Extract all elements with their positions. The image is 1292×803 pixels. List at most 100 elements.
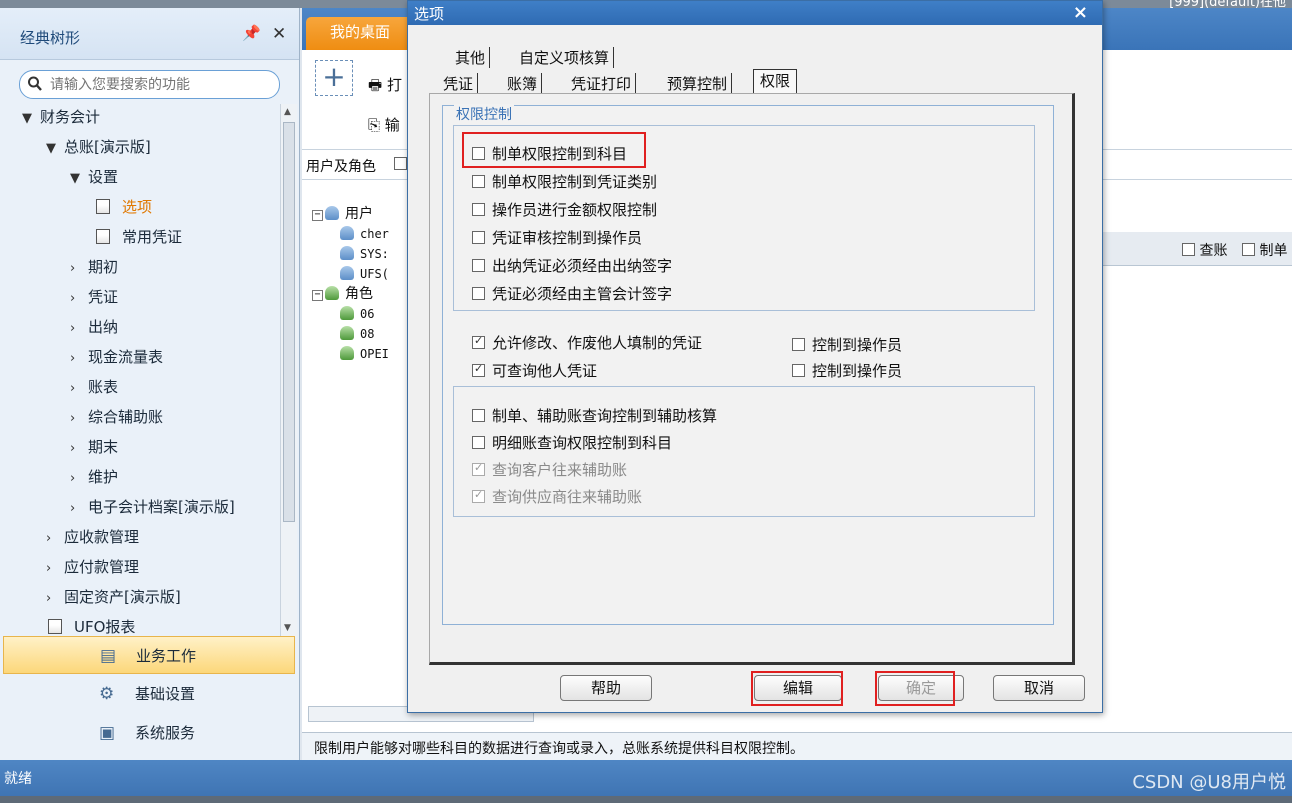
- checkbox[interactable]: [472, 259, 485, 272]
- tree-node-opening[interactable]: › 期初: [70, 254, 118, 280]
- tree-node-options[interactable]: 选项: [96, 194, 152, 220]
- opt-customer-aux: 查询客户往来辅助账: [472, 459, 627, 480]
- nav-system-service[interactable]: ▣ 系统服务: [3, 714, 295, 752]
- user-item[interactable]: SYS:: [340, 244, 389, 264]
- tree-node-common-voucher[interactable]: 常用凭证: [96, 224, 182, 250]
- scroll-down-icon[interactable]: ▼: [284, 623, 291, 633]
- opt-aux-control[interactable]: 制单、辅助账查询控制到辅助核算: [472, 405, 717, 426]
- opt-query-control-operator[interactable]: 控制到操作员: [792, 360, 902, 381]
- tree-scrollbar[interactable]: ▲ ▼: [280, 104, 297, 637]
- dialog-title: 选项: [414, 5, 445, 23]
- tab-voucher[interactable]: 凭证: [439, 73, 479, 94]
- opt-modify-control-operator[interactable]: 控制到操作员: [792, 334, 902, 355]
- tree-node-cashier[interactable]: › 出纳: [70, 314, 118, 340]
- tree-node-e-archive[interactable]: › 电子会计档案[演示版]: [70, 494, 235, 520]
- user-icon: [340, 246, 354, 260]
- watermark: CSDN @U8用户悦: [1132, 772, 1286, 793]
- role-icon: [340, 326, 354, 340]
- tab-budget-control[interactable]: 预算控制: [663, 73, 733, 94]
- tab-my-desktop[interactable]: 我的桌面: [306, 17, 416, 50]
- dialog-close-icon[interactable]: ×: [1073, 2, 1088, 23]
- search-box[interactable]: [19, 70, 280, 99]
- document-icon: [96, 229, 110, 244]
- pin-icon[interactable]: 📌: [242, 24, 261, 42]
- close-icon[interactable]: ✕: [272, 24, 286, 44]
- tree-node-settings[interactable]: ▼ 设置: [70, 164, 118, 190]
- tree-node-voucher[interactable]: › 凭证: [70, 284, 118, 310]
- tree-node-ufo-report[interactable]: UFO报表: [48, 614, 135, 638]
- gear-icon: ⚙: [99, 684, 115, 704]
- scroll-up-icon[interactable]: ▲: [284, 107, 291, 117]
- checkbox[interactable]: [472, 203, 485, 216]
- opt-allow-modify-others[interactable]: 允许修改、作废他人填制的凭证: [472, 332, 702, 353]
- opt-supervisor-sign[interactable]: 凭证必须经由主管会计签字: [472, 283, 672, 304]
- tab-voucher-print[interactable]: 凭证打印: [567, 73, 637, 94]
- query-checkbox[interactable]: [1182, 243, 1195, 256]
- search-input[interactable]: [50, 75, 272, 95]
- tree-node-period-end[interactable]: › 期末: [70, 434, 118, 460]
- make-checkbox[interactable]: [1242, 243, 1255, 256]
- tree-node-maintenance[interactable]: › 维护: [70, 464, 118, 490]
- user-role-label: 用户及角色: [306, 159, 376, 175]
- tree-node-financial-accounting[interactable]: ▼ 财务会计: [22, 104, 100, 130]
- checkbox[interactable]: [792, 364, 805, 377]
- user-item[interactable]: UFS(: [340, 264, 389, 284]
- output-button[interactable]: ⎘ 输: [368, 114, 400, 135]
- nav-basic-settings[interactable]: ⚙ 基础设置: [3, 675, 295, 713]
- tree-node-users[interactable]: − 用户: [312, 204, 373, 224]
- role-item[interactable]: 08: [340, 324, 374, 344]
- opt-amount-permission[interactable]: 操作员进行金额权限控制: [472, 199, 657, 220]
- tree-node-reports[interactable]: › 账表: [70, 374, 118, 400]
- user-role-checkbox[interactable]: [394, 157, 407, 170]
- options-dialog: 选项 × 其他 自定义项核算 凭证 账簿 凭证打印 预算控制 权限 权限控制 制…: [407, 0, 1103, 713]
- checkbox[interactable]: [472, 231, 485, 244]
- user-icon: [340, 226, 354, 240]
- tree-node-fixed-assets[interactable]: › 固定资产[演示版]: [46, 584, 181, 610]
- checkbox-checked[interactable]: [472, 334, 485, 349]
- role-item[interactable]: OPEI: [340, 344, 389, 364]
- checkbox-checked[interactable]: [472, 362, 485, 377]
- dialog-titlebar[interactable]: 选项 ×: [408, 1, 1102, 25]
- tree-node-receivables[interactable]: › 应收款管理: [46, 524, 139, 550]
- col-make-header[interactable]: 制单: [1242, 240, 1287, 260]
- help-button[interactable]: 帮助: [560, 675, 652, 701]
- cancel-button[interactable]: 取消: [993, 675, 1085, 701]
- role-icon: [325, 286, 339, 300]
- status-text: 就绪: [4, 771, 32, 787]
- role-item[interactable]: 06: [340, 304, 374, 324]
- nav-business-work[interactable]: ▤ 业务工作: [3, 636, 295, 674]
- tree-node-payables[interactable]: › 应付款管理: [46, 554, 139, 580]
- col-query-header[interactable]: 查账: [1182, 240, 1227, 260]
- checkbox[interactable]: [472, 287, 485, 300]
- opt-supplier-aux: 查询供应商往来辅助账: [472, 486, 642, 507]
- tab-account-book[interactable]: 账簿: [503, 73, 543, 94]
- nav-buttons: ▤ 业务工作 ⚙ 基础设置 ▣ 系统服务: [3, 636, 295, 753]
- collapse-icon[interactable]: −: [312, 290, 323, 301]
- user-item[interactable]: cher: [340, 224, 389, 244]
- add-button[interactable]: +: [315, 60, 353, 96]
- collapse-icon[interactable]: −: [312, 210, 323, 221]
- tree-node-aux-ledger[interactable]: › 综合辅助账: [70, 404, 163, 430]
- print-button[interactable]: 🖶 打: [368, 74, 402, 100]
- printer-icon: 🖶: [368, 76, 383, 94]
- user-icon: [325, 206, 339, 220]
- tree-node-general-ledger[interactable]: ▼ 总账[演示版]: [46, 134, 151, 160]
- opt-cashier-sign[interactable]: 出纳凭证必须经由出纳签字: [472, 255, 672, 276]
- opt-detail-by-subject[interactable]: 明细账查询权限控制到科目: [472, 432, 672, 453]
- checkbox[interactable]: [472, 175, 485, 188]
- tab-other[interactable]: 其他: [451, 47, 491, 68]
- checkbox[interactable]: [472, 409, 485, 422]
- opt-audit-by-operator[interactable]: 凭证审核控制到操作员: [472, 227, 642, 248]
- tree-node-roles[interactable]: − 角色: [312, 284, 373, 304]
- left-navigation-panel: 经典树形 📌 ✕ ▼财务会计 ▼总账[演示版] ▼设置 选项 常用凭证 ›期初 …: [0, 8, 300, 760]
- tab-custom-item[interactable]: 自定义项核算: [515, 47, 615, 68]
- tab-permission[interactable]: 权限: [753, 69, 798, 93]
- opt-query-others[interactable]: 可查询他人凭证: [472, 360, 597, 381]
- highlight-ok-button: [875, 671, 955, 706]
- checkbox[interactable]: [472, 436, 485, 449]
- opt-make-by-voucher-type[interactable]: 制单权限控制到凭证类别: [472, 171, 657, 192]
- hint-bar: 限制用户能够对哪些科目的数据进行查询或录入，总账系统提供科目权限控制。: [302, 732, 1292, 760]
- tree-node-cashflow[interactable]: › 现金流量表: [70, 344, 163, 370]
- scrollbar-thumb[interactable]: [283, 122, 295, 522]
- checkbox[interactable]: [792, 338, 805, 351]
